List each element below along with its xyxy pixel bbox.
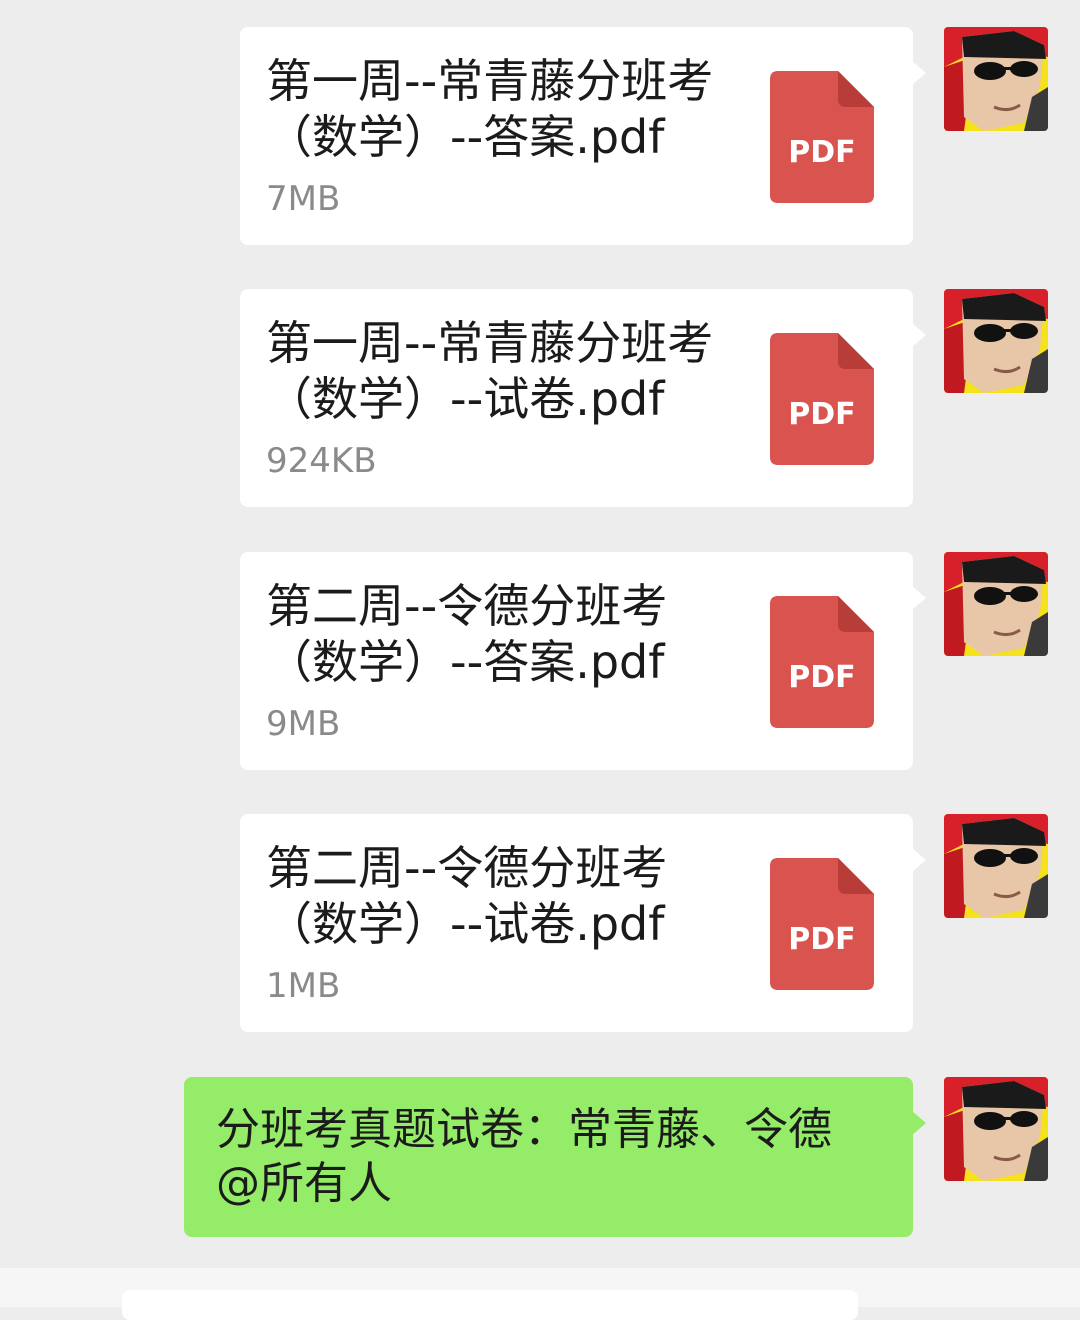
- message-text: 分班考真题试卷：常青藤、令德 @所有人: [216, 1103, 886, 1211]
- pdf-label: PDF: [788, 397, 855, 432]
- message-text-line: @所有人: [216, 1158, 392, 1209]
- message-row: 第二周--令德分班考（数学）--答案.pdf 9MB PDF: [0, 552, 1080, 770]
- chat-input-bar: [0, 1268, 1080, 1320]
- pdf-file-icon: PDF: [770, 858, 874, 990]
- avatar[interactable]: [944, 27, 1048, 131]
- message-row: 第一周--常青藤分班考（数学）--答案.pdf 7MB PDF: [0, 27, 1080, 245]
- pdf-file-icon: PDF: [770, 596, 874, 728]
- pdf-label: PDF: [788, 922, 855, 957]
- text-message-bubble[interactable]: 分班考真题试卷：常青藤、令德 @所有人: [184, 1077, 926, 1237]
- pdf-file-icon: PDF: [770, 333, 874, 465]
- file-name: 第二周--令德分班考（数学）--试卷.pdf: [266, 841, 668, 951]
- message-row: 第二周--令德分班考（数学）--试卷.pdf 1MB PDF: [0, 814, 1080, 1032]
- file-message-bubble[interactable]: 第二周--令德分班考（数学）--答案.pdf 9MB PDF: [240, 552, 926, 770]
- chat-message-list[interactable]: 第一周--常青藤分班考（数学）--答案.pdf 7MB PDF 第一周--常青藤…: [0, 0, 1080, 1268]
- avatar[interactable]: [944, 552, 1048, 656]
- file-size: 9MB: [266, 704, 341, 744]
- file-message-bubble[interactable]: 第一周--常青藤分班考（数学）--答案.pdf 7MB PDF: [240, 27, 926, 245]
- file-name: 第一周--常青藤分班考（数学）--答案.pdf: [266, 54, 714, 164]
- message-row: 分班考真题试卷：常青藤、令德 @所有人: [0, 1077, 1080, 1237]
- file-size: 1MB: [266, 966, 341, 1006]
- pdf-file-icon: PDF: [770, 71, 874, 203]
- message-text-line: 分班考真题试卷：常青藤、令德: [216, 1104, 832, 1155]
- file-name: 第二周--令德分班考（数学）--答案.pdf: [266, 579, 668, 689]
- avatar[interactable]: [944, 1077, 1048, 1181]
- avatar[interactable]: [944, 814, 1048, 918]
- pdf-label: PDF: [788, 660, 855, 695]
- file-name: 第一周--常青藤分班考（数学）--试卷.pdf: [266, 316, 714, 426]
- file-message-bubble[interactable]: 第二周--令德分班考（数学）--试卷.pdf 1MB PDF: [240, 814, 926, 1032]
- avatar[interactable]: [944, 289, 1048, 393]
- file-size: 7MB: [266, 179, 341, 219]
- message-input[interactable]: [122, 1290, 858, 1320]
- message-row: 第一周--常青藤分班考（数学）--试卷.pdf 924KB PDF: [0, 289, 1080, 507]
- pdf-label: PDF: [788, 135, 855, 170]
- file-size: 924KB: [266, 441, 377, 481]
- file-message-bubble[interactable]: 第一周--常青藤分班考（数学）--试卷.pdf 924KB PDF: [240, 289, 926, 507]
